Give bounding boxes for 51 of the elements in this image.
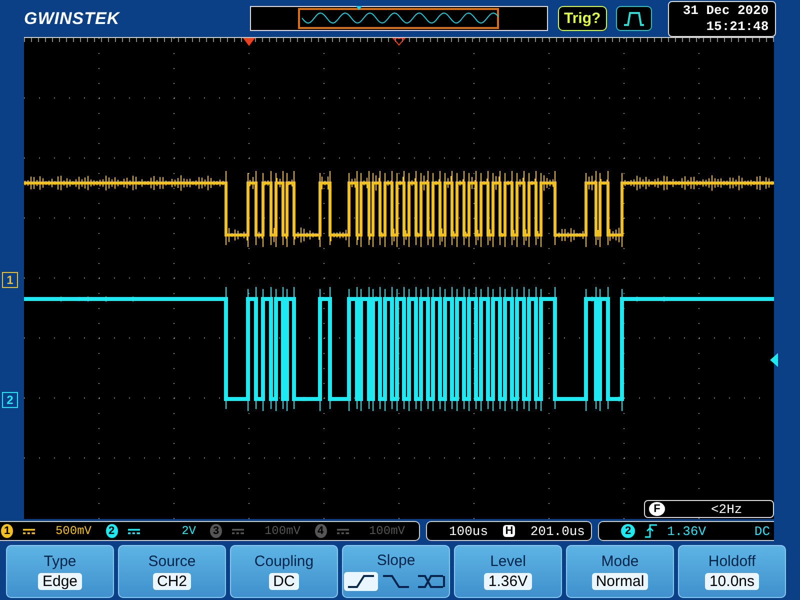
dc-coupling-icon xyxy=(23,528,36,534)
trigger-level-icon xyxy=(770,353,778,367)
soft-key[interactable]: Coupling DC xyxy=(230,545,338,598)
frequency-label: F xyxy=(649,502,665,516)
soft-key-label: Source xyxy=(148,553,196,570)
channel-scale: 100mV xyxy=(368,524,405,538)
channel-scale: 2V xyxy=(180,524,196,538)
channel-number: 1 xyxy=(1,524,14,538)
rising-edge-icon[interactable] xyxy=(344,572,378,591)
channel-number: 3 xyxy=(210,524,222,538)
soft-key-value: 1.36V xyxy=(484,573,532,590)
soft-key-label: Level xyxy=(490,553,526,570)
trigger-level: 1.36V xyxy=(667,524,706,538)
soft-key[interactable]: Source CH2 xyxy=(118,545,226,598)
soft-key-label: Type xyxy=(44,553,76,570)
soft-key-label: Holdoff xyxy=(708,553,756,570)
channel-marker[interactable]: 1 xyxy=(2,272,18,288)
dc-coupling-icon xyxy=(232,528,244,534)
trigger-source: 2 xyxy=(621,524,635,538)
soft-key[interactable]: Mode Normal xyxy=(566,545,674,598)
pulse-icon xyxy=(616,6,652,31)
frequency-value: <2Hz xyxy=(711,502,742,516)
soft-key[interactable]: Level 1.36V xyxy=(454,545,562,598)
horizontal-position: 201.0us xyxy=(530,524,585,538)
soft-key-value: 10.0ns xyxy=(705,573,759,590)
soft-key-value: DC xyxy=(269,573,299,590)
trigger-status: Trig? xyxy=(558,6,607,31)
channel-scale: 100mV xyxy=(263,524,300,538)
brand-logo: GWINSTEK xyxy=(24,8,121,28)
channel-number: 4 xyxy=(314,524,327,538)
soft-key-value: Normal xyxy=(592,573,648,590)
soft-key[interactable]: Slope xyxy=(342,545,450,598)
time-text: 15:21:48 xyxy=(706,18,769,34)
soft-key-label: Coupling xyxy=(254,553,314,570)
trigger-position-icon xyxy=(243,38,255,46)
channel-scale: 500mV xyxy=(54,524,92,538)
soft-key[interactable]: Holdoff 10.0ns xyxy=(678,545,786,598)
center-marker-icon xyxy=(392,38,406,46)
timebase-scale: 100us xyxy=(449,524,488,538)
dc-coupling-icon xyxy=(336,528,349,534)
soft-key-label: Mode xyxy=(601,553,639,570)
soft-key-value: CH2 xyxy=(152,573,191,590)
channel-marker[interactable]: 2 xyxy=(2,392,18,408)
dc-coupling-icon xyxy=(128,528,140,534)
soft-key-label: Slope xyxy=(376,552,416,569)
soft-key[interactable]: Type Edge xyxy=(6,545,114,598)
channel-number: 2 xyxy=(106,524,118,538)
date-text: 31 Dec 2020 xyxy=(682,2,769,18)
trigger-coupling: DC xyxy=(754,524,770,538)
horizontal-position-label: H xyxy=(503,525,516,537)
soft-key-value: Edge xyxy=(38,573,82,590)
